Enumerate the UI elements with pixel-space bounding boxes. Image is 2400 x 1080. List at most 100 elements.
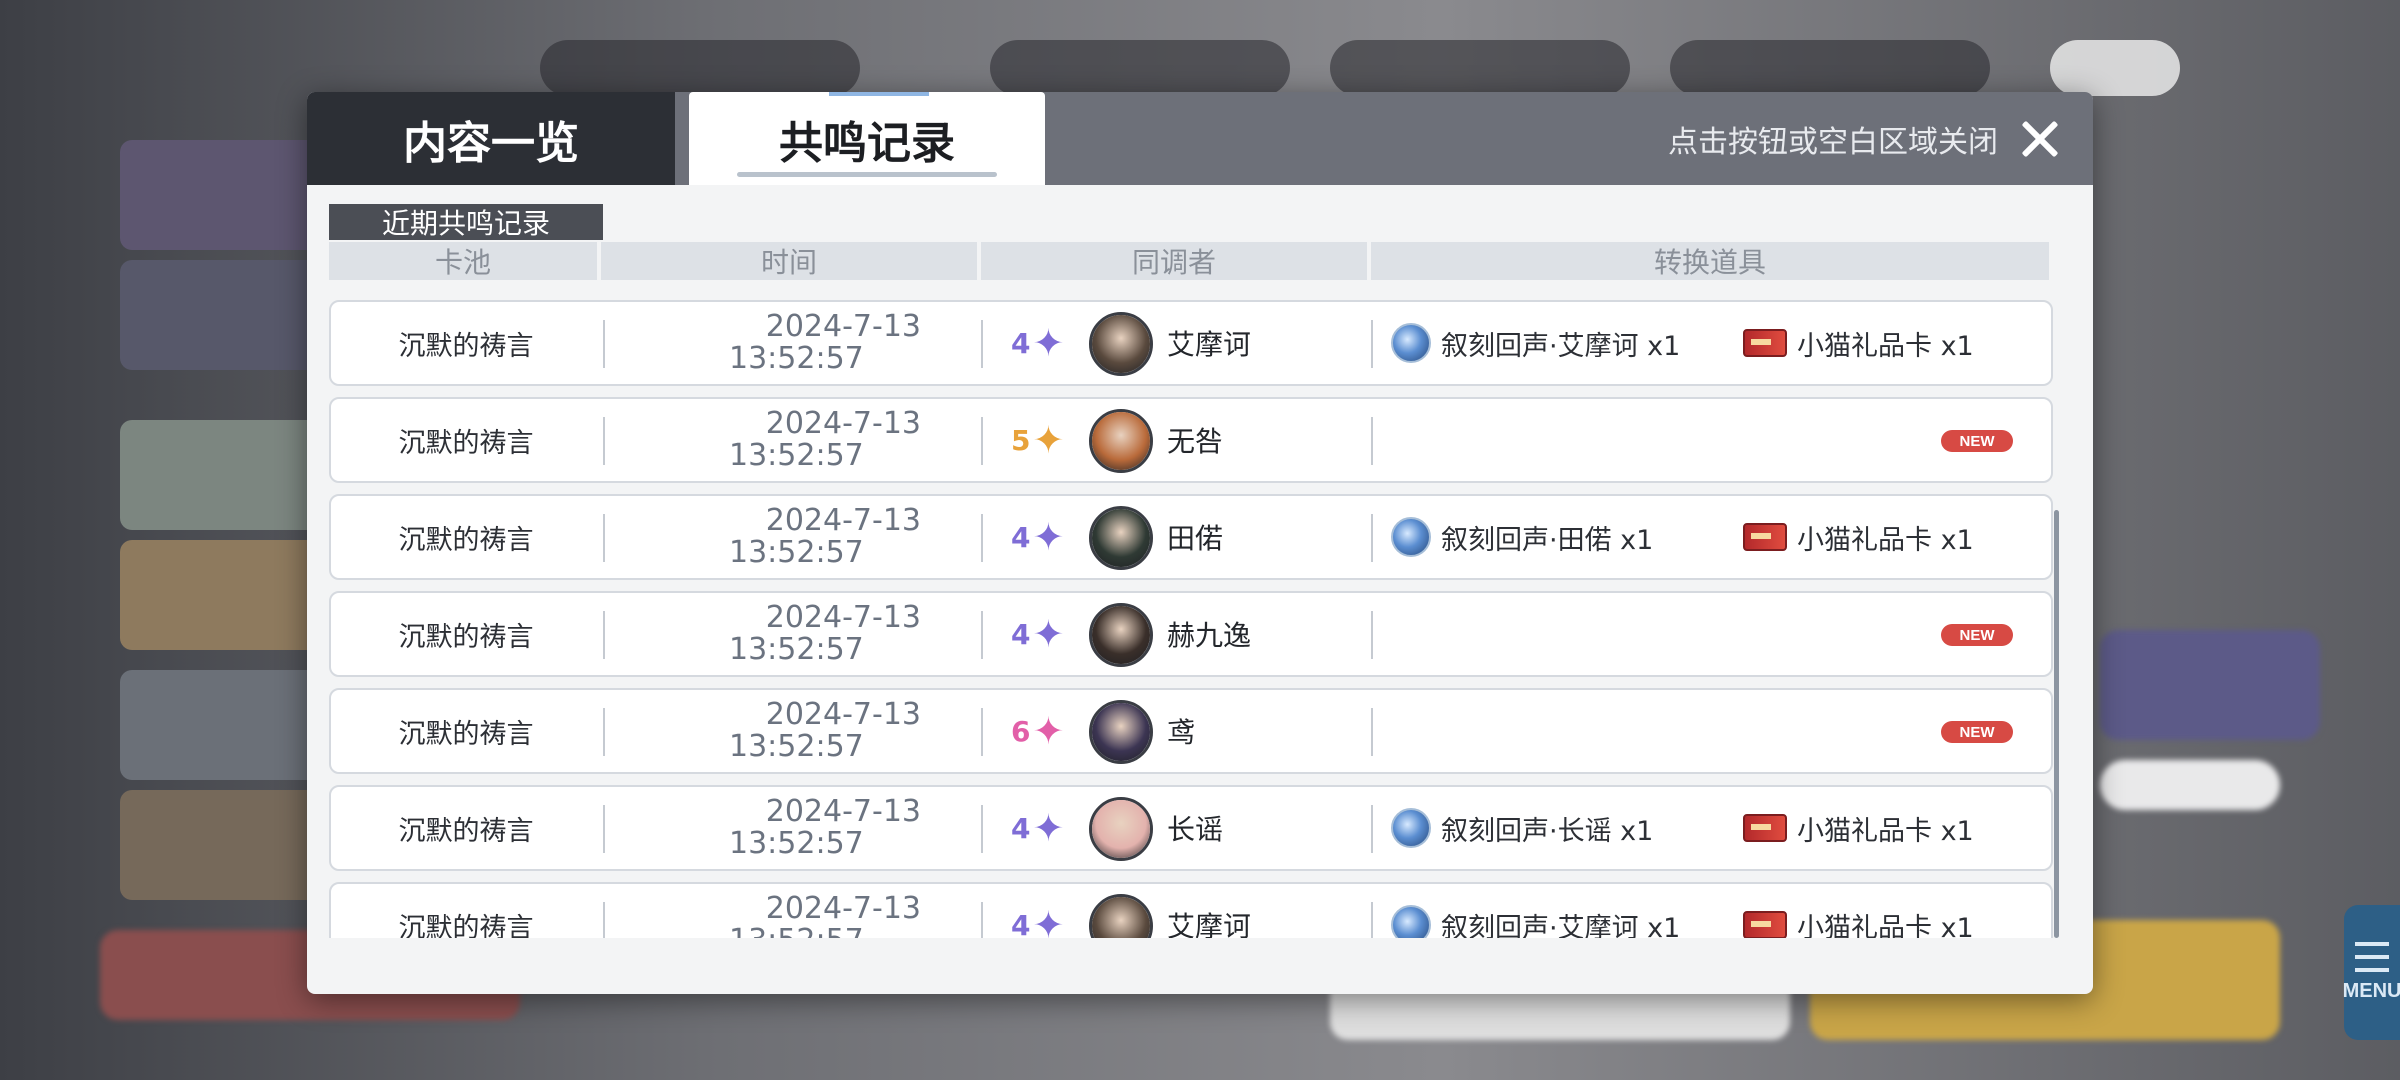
pull-time: 2024-7-13 13:52:57	[603, 884, 923, 939]
pull-date: 2024-7-13	[765, 503, 921, 538]
pull-date: 2024-7-13	[765, 697, 921, 732]
item-label: 叙刻回声·艾摩诃 x1	[1441, 330, 1681, 362]
pull-clock: 13:52:57	[729, 341, 864, 376]
divider	[1371, 320, 1373, 368]
pull-time: 2024-7-13 13:52:57	[603, 302, 923, 384]
table-row: 沉默的祷言 2024-7-13 13:52:57 5 ✦ 无咎 NEW	[329, 397, 2053, 483]
record-dialog: 内容一览 共鸣记录 点击按钮或空白区域关闭 近期共鸣记录 卡池 时间 同调者 转…	[307, 92, 2093, 994]
bg-currency-chip	[990, 40, 1290, 96]
tab-bar: 内容一览 共鸣记录 点击按钮或空白区域关闭	[307, 92, 2093, 185]
pull-clock: 13:52:57	[729, 826, 864, 861]
tab-resonance-record[interactable]: 共鸣记录	[689, 92, 1045, 185]
gift-card-icon	[1743, 523, 1787, 551]
rarity-number: 4	[1011, 617, 1031, 651]
pool-name: 沉默的祷言	[398, 621, 534, 653]
rarity-number: 5	[1011, 423, 1031, 457]
divider	[981, 611, 983, 659]
avatar	[1089, 894, 1153, 938]
item-label: 小猫礼品卡 x1	[1797, 815, 1974, 847]
close-hint: 点击按钮或空白区域关闭	[1668, 124, 1998, 160]
divider	[981, 708, 983, 756]
table-row: 沉默的祷言 2024-7-13 13:52:57 4 ✦ 艾摩诃 叙刻回声·艾摩…	[329, 882, 2053, 938]
resonator-name: 赫九逸	[1167, 619, 1252, 652]
pull-time: 2024-7-13 13:52:57	[603, 787, 923, 869]
bg-banner-card	[120, 790, 320, 900]
resonator-name: 田偌	[1167, 522, 1224, 555]
item-label: 小猫礼品卡 x1	[1797, 330, 1974, 362]
rarity-badge: 4 ✦	[1011, 884, 1071, 938]
rarity-number: 6	[1011, 714, 1031, 748]
rarity-badge: 5 ✦	[1011, 399, 1071, 481]
close-icon[interactable]	[2015, 114, 2065, 164]
avatar	[1089, 797, 1153, 861]
converted-item-echo: 叙刻回声·长谣 x1	[1391, 787, 1653, 869]
item-label: 小猫礼品卡 x1	[1797, 912, 1974, 939]
converted-item-card: 小猫礼品卡 x1	[1743, 884, 1974, 938]
rarity-badge: 4 ✦	[1011, 302, 1071, 384]
rarity-badge: 4 ✦	[1011, 593, 1071, 675]
resonator-name: 艾摩诃	[1167, 328, 1252, 361]
avatar	[1089, 506, 1153, 570]
star-icon: ✦	[1032, 515, 1065, 559]
divider	[981, 320, 983, 368]
rarity-badge: 6 ✦	[1011, 690, 1071, 772]
bg-banner-card	[120, 260, 320, 370]
pool-name: 沉默的祷言	[398, 718, 534, 750]
table-row: 沉默的祷言 2024-7-13 13:52:57 4 ✦ 赫九逸 NEW	[329, 591, 2053, 677]
echo-icon	[1391, 517, 1431, 557]
divider	[1371, 805, 1373, 853]
header-time: 时间	[601, 242, 977, 280]
echo-icon	[1391, 905, 1431, 938]
header-pool: 卡池	[329, 242, 597, 280]
item-label: 叙刻回声·长谣 x1	[1441, 815, 1654, 847]
header-resonator: 同调者	[981, 242, 1367, 280]
echo-icon	[1391, 323, 1431, 363]
divider	[1371, 708, 1373, 756]
resonator-name: 无咎	[1167, 425, 1224, 458]
resonator-name: 长谣	[1167, 813, 1224, 846]
menu-button[interactable]: MENU	[2343, 905, 2400, 1040]
rarity-number: 4	[1011, 326, 1031, 360]
new-badge: NEW	[1941, 624, 2013, 646]
bg-banner-card	[120, 420, 320, 530]
echo-icon	[1391, 808, 1431, 848]
divider	[981, 417, 983, 465]
pull-clock: 13:52:57	[729, 438, 864, 473]
record-list[interactable]: 沉默的祷言 2024-7-13 13:52:57 4 ✦ 艾摩诃 叙刻回声·艾摩…	[329, 300, 2057, 938]
bg-banner-card	[120, 670, 320, 780]
divider	[981, 902, 983, 938]
scrollbar[interactable]	[2054, 510, 2059, 938]
divider	[981, 805, 983, 853]
pull-time: 2024-7-13 13:52:57	[603, 399, 923, 481]
pull-date: 2024-7-13	[765, 794, 921, 829]
table-header: 卡池 时间 同调者 转换道具	[329, 242, 2053, 280]
avatar	[1089, 603, 1153, 667]
rarity-number: 4	[1011, 908, 1031, 939]
header-items: 转换道具	[1371, 242, 2049, 280]
divider	[1371, 611, 1373, 659]
pool-name: 沉默的祷言	[398, 815, 534, 847]
table-row: 沉默的祷言 2024-7-13 13:52:57 4 ✦ 田偌 叙刻回声·田偌 …	[329, 494, 2053, 580]
pool-name: 沉默的祷言	[398, 330, 534, 362]
pool-name: 沉默的祷言	[398, 912, 534, 939]
item-label: 叙刻回声·艾摩诃 x1	[1441, 912, 1681, 939]
pull-date: 2024-7-13	[765, 309, 921, 344]
resonator-name: 艾摩诃	[1167, 910, 1252, 938]
tab-content-overview[interactable]: 内容一览	[307, 92, 675, 185]
converted-item-card: 小猫礼品卡 x1	[1743, 496, 1974, 578]
bg-currency-chip	[1670, 40, 1990, 96]
rarity-badge: 4 ✦	[1011, 787, 1071, 869]
pull-clock: 13:52:57	[729, 729, 864, 764]
pull-clock: 13:52:57	[603, 925, 864, 939]
bg-currency-chip	[1330, 40, 1630, 96]
avatar	[1089, 409, 1153, 473]
star-icon: ✦	[1032, 709, 1065, 753]
tab-underline	[737, 172, 997, 177]
bg-button	[2050, 40, 2180, 96]
gift-card-icon	[1743, 329, 1787, 357]
table-row: 沉默的祷言 2024-7-13 13:52:57 6 ✦ 鸢 NEW	[329, 688, 2053, 774]
menu-icon	[2355, 942, 2389, 972]
table-row: 沉默的祷言 2024-7-13 13:52:57 4 ✦ 艾摩诃 叙刻回声·艾摩…	[329, 300, 2053, 386]
divider	[1371, 902, 1373, 938]
pull-clock: 13:52:57	[729, 535, 864, 570]
